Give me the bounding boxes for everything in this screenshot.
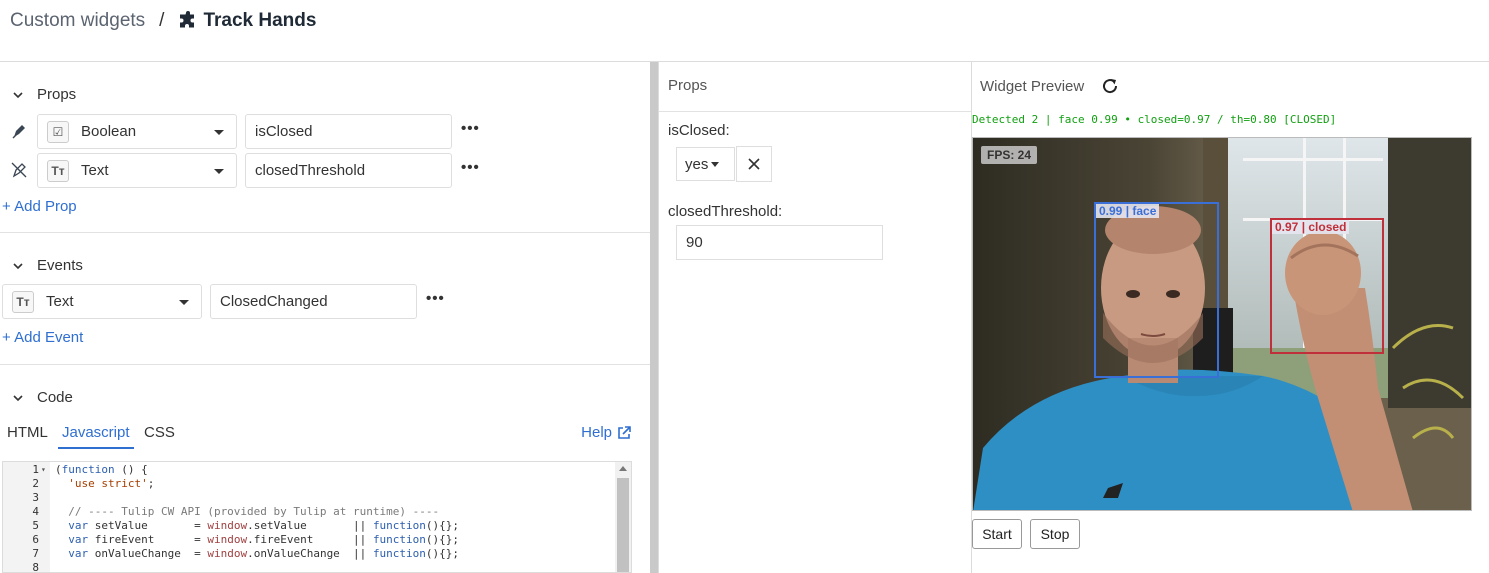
hand-bounding-box: 0.97 | closed — [1270, 218, 1384, 354]
code-text: 'use strict'; — [68, 477, 155, 490]
code-editor[interactable]: 1 ▾ (function () { 2 'use strict'; 3 4 // ---… — [2, 461, 632, 573]
camera-image — [973, 138, 1471, 510]
detection-status: Detected 2 | face 0.99 • closed=0.97 / t… — [972, 113, 1337, 126]
camera-feed: FPS: 24 0.99 | face 0.97 | closed — [972, 137, 1472, 511]
hand-box-label: 0.97 | closed — [1272, 220, 1350, 234]
props-panel: Props isClosed: yes closedThreshold: 90 — [659, 62, 971, 573]
event-name-input[interactable]: ClosedChanged — [210, 284, 417, 319]
line-number: 1 — [32, 463, 39, 476]
pen-off-icon — [11, 162, 27, 178]
line-number: 7 — [32, 547, 39, 560]
threshold-label: closedThreshold: — [668, 203, 783, 220]
prop-name-input-1[interactable]: isClosed — [245, 114, 452, 149]
refresh-icon[interactable] — [1101, 77, 1119, 95]
code-section-title: Code — [37, 389, 73, 406]
top-bar: Custom widgets / Track Hands — [0, 0, 1489, 62]
events-section-header[interactable]: Events — [12, 257, 83, 274]
prop-name-input-2[interactable]: closedThreshold — [245, 153, 452, 188]
caret-down-icon — [214, 130, 224, 135]
code-text: var setValue = window.setValue || functi… — [68, 519, 460, 532]
panel-scrollbar[interactable] — [650, 62, 658, 573]
caret-down-icon — [711, 161, 720, 167]
event-type-select[interactable]: Tт Text — [2, 284, 202, 319]
isclosed-label: isClosed: — [668, 122, 730, 139]
tab-html[interactable]: HTML — [7, 424, 48, 441]
props-section-header[interactable]: Props — [12, 86, 76, 103]
prop-type-select-2[interactable]: Tт Text — [37, 153, 237, 188]
divider — [0, 232, 650, 233]
props-section-title: Props — [37, 86, 77, 103]
checkbox-type-icon: ☑ — [47, 120, 69, 143]
code-tabs: HTML Javascript CSS Help — [0, 424, 650, 456]
line-number: 8 — [32, 561, 39, 573]
scroll-thumb[interactable] — [617, 478, 629, 572]
more-options-icon[interactable]: ••• — [461, 159, 480, 176]
start-button[interactable]: Start — [972, 519, 1022, 549]
scroll-up-icon[interactable] — [619, 466, 627, 471]
chevron-down-icon — [13, 394, 23, 401]
breadcrumb-root[interactable]: Custom widgets — [10, 10, 145, 32]
line-number: 2 — [32, 477, 39, 490]
help-link[interactable]: Help — [581, 424, 632, 441]
preview-title: Widget Preview — [980, 77, 1085, 95]
isclosed-select[interactable]: yes — [676, 147, 735, 181]
more-options-icon[interactable]: ••• — [461, 120, 480, 137]
code-text: // ---- Tulip CW API (provided by Tulip … — [55, 505, 440, 518]
caret-down-icon — [179, 300, 189, 305]
help-label: Help — [581, 424, 612, 441]
text-type-icon: Tт — [47, 159, 69, 182]
divider — [0, 364, 650, 365]
chevron-down-icon — [13, 91, 23, 98]
line-number: 5 — [32, 519, 39, 532]
props-panel-header: Props — [659, 62, 971, 112]
widget-preview-panel: Widget Preview Detected 2 | face 0.99 • … — [972, 62, 1489, 573]
event-type-label: Text — [46, 293, 74, 310]
fold-toggle-icon[interactable]: ▾ — [41, 463, 46, 477]
add-prop-link[interactable]: + Add Prop — [2, 198, 77, 215]
prop-type-label: Text — [81, 162, 109, 179]
stop-button[interactable]: Stop — [1030, 519, 1080, 549]
puzzle-icon — [180, 11, 195, 28]
code-text: (function () { — [55, 463, 148, 476]
text-type-icon: Tт — [12, 290, 34, 313]
more-options-icon[interactable]: ••• — [426, 290, 445, 307]
breadcrumb: Custom widgets / Track Hands — [10, 10, 316, 32]
face-bounding-box: 0.99 | face — [1094, 202, 1219, 378]
events-section-title: Events — [37, 257, 83, 274]
preview-header: Widget Preview — [980, 77, 1119, 95]
editor-panel: Props ☑ Boolean isClosed ••• Tт Text clo… — [0, 62, 650, 573]
code-text: var onValueChange = window.onValueChange… — [68, 547, 460, 560]
face-box-label: 0.99 | face — [1096, 204, 1160, 218]
prop-type-select-1[interactable]: ☑ Boolean — [37, 114, 237, 149]
tab-css[interactable]: CSS — [144, 424, 175, 441]
prop-type-label: Boolean — [81, 123, 137, 140]
pen-icon — [12, 125, 25, 139]
isclosed-value: yes — [685, 155, 709, 173]
editor-scrollbar[interactable] — [615, 462, 631, 572]
page-title: Track Hands — [203, 10, 317, 31]
external-link-icon — [618, 425, 631, 439]
chevron-down-icon — [13, 262, 23, 269]
props-panel-title: Props — [668, 77, 708, 94]
tab-javascript[interactable]: Javascript — [58, 424, 134, 449]
line-number: 3 — [32, 491, 39, 504]
line-number: 6 — [32, 533, 39, 546]
clear-button[interactable] — [736, 146, 772, 182]
close-icon — [748, 158, 760, 170]
threshold-input[interactable]: 90 — [676, 225, 883, 260]
add-event-link[interactable]: + Add Event — [2, 329, 83, 346]
fps-counter: FPS: 24 — [981, 146, 1038, 164]
code-section-header[interactable]: Code — [12, 389, 73, 406]
caret-down-icon — [214, 169, 224, 174]
line-number: 4 — [32, 505, 39, 518]
breadcrumb-separator: / — [159, 10, 165, 31]
code-text: var fireEvent = window.fireEvent || func… — [68, 533, 460, 546]
